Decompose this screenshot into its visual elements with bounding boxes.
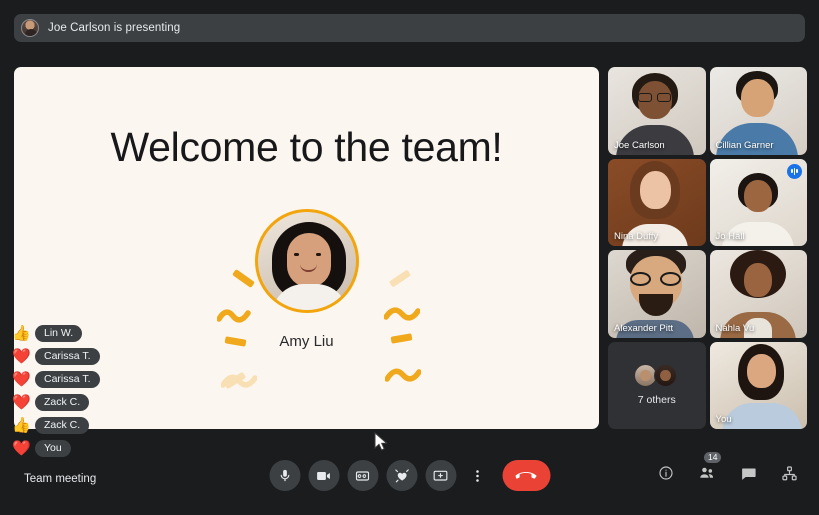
reaction-item: ❤️ Carissa T. (12, 348, 100, 365)
more-options-icon (475, 469, 479, 482)
thumbs-up-icon: 👍 (12, 325, 31, 342)
confetti-decoration (232, 269, 255, 288)
reaction-author: Carissa T. (35, 348, 100, 365)
presentation-stage[interactable]: Welcome to the team! Amy Liu (14, 67, 599, 429)
reactions-rail: ❤️ You 👍 Zack C. ❤️ Zack C. ❤️ Carissa T… (12, 325, 100, 457)
captions-button[interactable] (347, 460, 378, 491)
slide-avatar (254, 209, 359, 313)
heart-icon: ❤️ (12, 394, 31, 411)
participant-name: Alexander Pitt (614, 322, 674, 334)
chat-button[interactable] (738, 463, 758, 483)
activities-icon (781, 465, 797, 480)
participant-tile-you[interactable]: You (709, 341, 807, 429)
reaction-author: Carissa T. (35, 371, 100, 388)
camera-button[interactable] (308, 460, 339, 491)
presenting-banner: Joe Carlson is presenting (14, 14, 805, 42)
slide-person-name: Amy Liu (279, 333, 334, 350)
confetti-squiggle (385, 368, 421, 382)
people-button[interactable]: 14 (697, 452, 722, 483)
right-toolbar-controls: 14 (656, 452, 799, 483)
participant-name: Jo Hall (715, 231, 745, 242)
present-screen-button[interactable] (425, 460, 456, 491)
heart-icon: ❤️ (12, 348, 31, 365)
confetti-decoration (388, 269, 412, 288)
reaction-author: Zack C. (35, 394, 90, 411)
meet-window: Joe Carlson is presenting Welcome to the… (0, 0, 819, 515)
hangup-icon (515, 472, 537, 479)
call-controls (269, 460, 550, 491)
activities-button[interactable] (779, 463, 799, 483)
participant-name: You (715, 414, 732, 425)
confetti-squiggle (221, 374, 257, 388)
reaction-author: You (35, 440, 71, 457)
active-speaker-badge (787, 163, 802, 179)
microphone-icon (280, 469, 289, 482)
confetti-squiggle (384, 307, 420, 321)
meeting-name: Team meeting (24, 473, 97, 485)
participant-name: Cillian Garner (715, 139, 774, 151)
captions-icon (355, 470, 370, 481)
slide-title: Welcome to the team! (110, 124, 503, 170)
present-screen-icon (433, 470, 448, 481)
presenting-banner-text: Joe Carlson is presenting (48, 22, 181, 34)
presenter-avatar (21, 19, 39, 37)
heart-icon: ❤️ (12, 440, 31, 457)
participant-name: Joe Carlson (614, 139, 665, 151)
reactions-button[interactable] (386, 460, 417, 491)
mouse-cursor (374, 432, 388, 451)
meeting-info-button[interactable] (656, 463, 676, 483)
participant-tile-nahla-vu[interactable]: Nahla Vu (709, 250, 807, 338)
participant-name: Nahla Vu (715, 322, 755, 334)
microphone-button[interactable] (269, 460, 300, 491)
others-tile[interactable]: 7 others (608, 341, 706, 429)
confetti-squiggle (217, 309, 251, 323)
participant-name: Nina Duffy (614, 231, 659, 242)
others-label: 7 others (637, 394, 676, 407)
reaction-item: 👍 Zack C. (12, 417, 100, 434)
participant-tile-joe-carlson[interactable]: Joe Carlson (608, 67, 706, 155)
participant-grid: Joe Carlson Cillian Garner Nina Duffy Jo… (608, 67, 807, 429)
more-options-button[interactable] (464, 460, 490, 491)
heart-icon: ❤️ (12, 371, 31, 388)
reaction-item: ❤️ Carissa T. (12, 371, 100, 388)
camera-icon (317, 471, 330, 480)
hangup-button[interactable] (502, 460, 550, 491)
bottom-toolbar: Team meeting 14 (0, 447, 819, 515)
people-count-badge: 14 (704, 452, 722, 463)
participant-tile-cillian-garner[interactable]: Cillian Garner (709, 67, 807, 155)
participant-tile-jo-hall[interactable]: Jo Hall (709, 158, 807, 246)
thumbs-up-icon: 👍 (12, 417, 31, 434)
meeting-info-icon (659, 466, 673, 480)
chat-icon (741, 468, 756, 480)
participant-tile-alexander-pitt[interactable]: Alexander Pitt (608, 250, 706, 338)
others-avatars (633, 364, 680, 388)
reaction-item: ❤️ You (12, 440, 100, 457)
reaction-author: Zack C. (35, 417, 90, 434)
participant-tile-nina-duffy[interactable]: Nina Duffy (608, 158, 706, 246)
reactions-icon (394, 469, 409, 483)
people-icon (700, 467, 713, 478)
reaction-author: Lin W. (35, 325, 83, 342)
reaction-item: ❤️ Zack C. (12, 394, 100, 411)
reaction-item: 👍 Lin W. (12, 325, 100, 342)
